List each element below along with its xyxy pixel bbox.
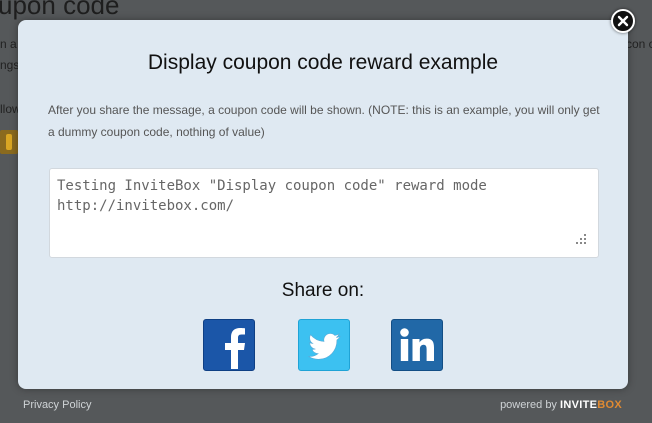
modal-title: Display coupon code reward example: [147, 51, 499, 74]
background-text-line: n a: [0, 37, 17, 51]
brand-logo-part: INVITE: [560, 399, 598, 411]
twitter-bird-icon: [308, 333, 341, 360]
linkedin-icon: [400, 328, 434, 361]
privacy-policy-link[interactable]: Privacy Policy: [23, 399, 91, 411]
share-heading: Share on:: [281, 280, 365, 301]
close-button[interactable]: [611, 9, 635, 33]
facebook-icon: [225, 328, 245, 369]
share-linkedin-button[interactable]: [391, 319, 443, 371]
share-message-textarea[interactable]: Testing InviteBox "Display coupon code" …: [49, 168, 599, 258]
brand-logo-part: BOX: [597, 399, 622, 411]
close-icon: [617, 15, 629, 27]
background-page-title: upon code: [0, 0, 120, 20]
background-thumbnail: [0, 130, 18, 154]
share-facebook-button[interactable]: [203, 319, 255, 371]
share-modal: Display coupon code reward example After…: [18, 20, 628, 389]
share-twitter-button[interactable]: [298, 319, 350, 371]
background-text-line: ngs: [0, 58, 20, 72]
powered-by-invitebox[interactable]: powered by INVITEBOX: [500, 399, 622, 411]
powered-by-label: powered by: [500, 399, 557, 411]
modal-description: After you share the message, a coupon co…: [48, 103, 600, 139]
background-text-line: con c: [626, 37, 652, 51]
resize-grip-icon[interactable]: [575, 234, 587, 246]
